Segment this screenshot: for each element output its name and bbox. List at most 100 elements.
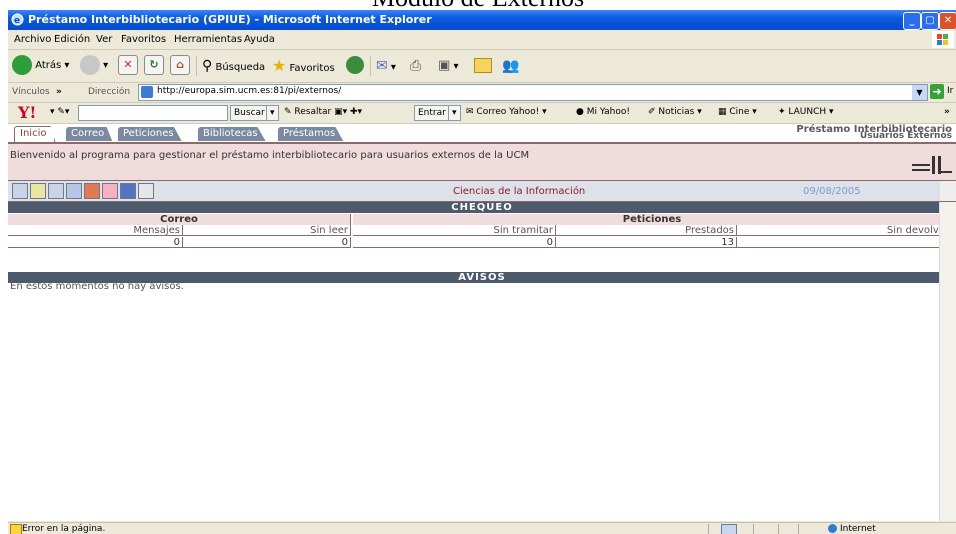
yahoo-edit-icon[interactable]: ▾ ✎▾ bbox=[50, 107, 69, 117]
yahoo-toolbar: Y! ▾ ✎▾ Buscar ▾ ✎ Resaltar ▣▾ ✚▾ Entrar… bbox=[8, 103, 956, 124]
cinema-link[interactable]: ▦ Cine ▾ bbox=[718, 107, 757, 117]
refresh-button[interactable]: ↻ bbox=[144, 55, 164, 77]
vertical-scrollbar[interactable] bbox=[939, 202, 956, 521]
tab-bibliotecas[interactable]: Bibliotecas bbox=[198, 127, 266, 141]
yahoo-more-chevron[interactable]: » bbox=[944, 107, 950, 117]
menu-archivo[interactable]: Archivo bbox=[14, 34, 51, 45]
search-icon: ⚲ bbox=[202, 58, 213, 74]
address-url: http://europa.sim.ucm.es:81/pi/externos/ bbox=[157, 86, 342, 96]
col-sin-devolver: Sin devolver bbox=[737, 225, 952, 236]
welcome-banner: Bienvenido al programa para gestionar el… bbox=[8, 144, 956, 181]
browser-window: e Préstamo Interbibliotecario (GPIUE) - … bbox=[8, 10, 956, 534]
discuss-button[interactable] bbox=[474, 55, 492, 77]
menu-ayuda[interactable]: Ayuda bbox=[244, 34, 275, 45]
back-nav-icon[interactable] bbox=[120, 183, 136, 199]
forward-button[interactable]: ▾ bbox=[80, 55, 108, 77]
address-input[interactable]: http://europa.sim.ucm.es:81/pi/externos/… bbox=[138, 84, 928, 101]
menu-ver[interactable]: Ver bbox=[96, 34, 112, 45]
favorites-button[interactable]: ★ Favoritos bbox=[272, 55, 335, 77]
go-arrow-icon[interactable]: ➜ bbox=[930, 84, 944, 99]
go-button[interactable]: Ir bbox=[947, 86, 953, 96]
stop-button[interactable]: ✕ bbox=[118, 55, 138, 77]
close-button[interactable]: ✕ bbox=[939, 12, 956, 30]
home-icon: ⌂ bbox=[170, 55, 190, 75]
status-message: Error en la página. bbox=[22, 524, 106, 534]
edit-icon: ▣ bbox=[438, 58, 451, 73]
folder-open-icon[interactable] bbox=[30, 183, 46, 199]
print-button[interactable]: ⎙ bbox=[410, 55, 421, 77]
control-bar: Ciencias de la Información 09/08/2005 bbox=[8, 181, 956, 202]
yahoo-logo[interactable]: Y! bbox=[18, 103, 36, 122]
highlight-button[interactable]: ✎ Resaltar ▣▾ ✚▾ bbox=[284, 107, 362, 117]
mail-compose-icon[interactable] bbox=[48, 183, 64, 199]
info-icon[interactable] bbox=[102, 183, 118, 199]
favorites-label: Favoritos bbox=[289, 63, 335, 74]
yahoo-search-input[interactable] bbox=[78, 105, 228, 121]
back-button[interactable]: Atrás ▾ bbox=[12, 55, 69, 77]
news-label: Noticias bbox=[658, 107, 695, 117]
address-dropdown[interactable]: ▼ bbox=[912, 85, 927, 100]
address-bar: Vínculos » Dirección http://europa.sim.u… bbox=[8, 83, 956, 103]
minimize-button[interactable]: _ bbox=[903, 12, 921, 30]
scrollbar-top[interactable] bbox=[940, 181, 956, 201]
warning-icon[interactable] bbox=[10, 524, 22, 534]
windows-logo-icon bbox=[932, 31, 954, 48]
yahoo-search-button[interactable]: Buscar bbox=[230, 105, 269, 121]
slide-title: Módulo de Externos bbox=[0, 0, 956, 10]
menu-herramientas[interactable]: Herramientas bbox=[174, 34, 242, 45]
print-icon: ⎙ bbox=[410, 58, 422, 74]
back-label: Atrás bbox=[35, 60, 62, 71]
search-button[interactable]: ⚲ Búsqueda bbox=[202, 55, 265, 77]
page-content: Inicio Correo Peticiones Bibliotecas Pré… bbox=[8, 124, 956, 521]
internet-zone-icon bbox=[828, 524, 837, 533]
history-button[interactable] bbox=[346, 55, 364, 77]
tab-correo[interactable]: Correo bbox=[66, 127, 113, 141]
title-bar: e Préstamo Interbibliotecario (GPIUE) - … bbox=[8, 10, 956, 30]
menu-bar: Archivo Edición Ver Favoritos Herramient… bbox=[8, 30, 956, 50]
yahoo-search-dropdown[interactable]: ▾ bbox=[266, 105, 279, 121]
my-yahoo-link[interactable]: ● Mi Yahoo! bbox=[576, 107, 630, 117]
group-correo: Correo bbox=[8, 214, 351, 225]
back-arrow-icon bbox=[12, 55, 32, 75]
edit-button[interactable]: ▣ ▾ bbox=[438, 55, 459, 77]
enter-button[interactable]: Entrar bbox=[414, 105, 450, 121]
home-page-icon[interactable] bbox=[12, 183, 28, 199]
svg-text:e: e bbox=[14, 16, 20, 26]
window-title: Préstamo Interbibliotecario (GPIUE) - Mi… bbox=[28, 13, 432, 26]
links-chevron[interactable]: » bbox=[56, 87, 62, 97]
col-sin-tramitar: Sin tramitar bbox=[353, 225, 556, 236]
help-icon[interactable] bbox=[138, 183, 154, 199]
messenger-button[interactable]: 👥 bbox=[502, 55, 519, 77]
highlight-label: Resaltar bbox=[294, 107, 332, 117]
statistics-icon[interactable] bbox=[66, 183, 82, 199]
value-sin-tramitar: 0 bbox=[353, 237, 556, 248]
links-label[interactable]: Vínculos bbox=[12, 87, 50, 97]
menu-favoritos[interactable]: Favoritos bbox=[121, 34, 166, 45]
app-subtitle: Usuarios Externos bbox=[859, 131, 952, 141]
group-peticiones: Peticiones bbox=[353, 214, 952, 225]
internet-explorer-icon: e bbox=[11, 13, 24, 26]
menu-edicion[interactable]: Edición bbox=[54, 34, 90, 45]
launch-link[interactable]: ✦ LAUNCH ▾ bbox=[778, 107, 834, 117]
col-mensajes: Mensajes bbox=[8, 225, 183, 236]
cinema-label: Cine bbox=[729, 107, 750, 117]
home-button[interactable]: ⌂ bbox=[170, 55, 190, 77]
avisos-message: En estos momentos no hay avisos. bbox=[10, 281, 184, 292]
messenger-icon: 👥 bbox=[502, 58, 520, 74]
standard-toolbar: Atrás ▾ ▾ ✕ ↻ ⌂ ⚲ Búsqueda ★ Favoritos ✉… bbox=[8, 50, 956, 83]
tab-peticiones[interactable]: Peticiones bbox=[118, 127, 182, 141]
enter-dropdown[interactable]: ▾ bbox=[448, 105, 461, 121]
value-sin-leer: 0 bbox=[183, 237, 351, 248]
mail-button[interactable]: ✉ ▾ bbox=[376, 55, 396, 77]
launch-label: LAUNCH bbox=[788, 107, 827, 117]
maximize-button[interactable]: ▢ bbox=[921, 12, 939, 30]
col-sin-leer: Sin leer bbox=[183, 225, 351, 236]
value-mensajes: 0 bbox=[8, 237, 183, 248]
transfer-icon[interactable] bbox=[84, 183, 100, 199]
tab-prestamos[interactable]: Préstamos bbox=[278, 127, 344, 141]
stop-icon: ✕ bbox=[118, 55, 138, 75]
news-link[interactable]: ✐ Noticias ▾ bbox=[648, 107, 702, 117]
app-tabs: Inicio Correo Peticiones Bibliotecas Pré… bbox=[8, 124, 956, 144]
yahoo-mail-link[interactable]: ✉ Correo Yahoo! ▾ bbox=[466, 107, 547, 117]
tab-inicio[interactable]: Inicio bbox=[14, 126, 56, 142]
